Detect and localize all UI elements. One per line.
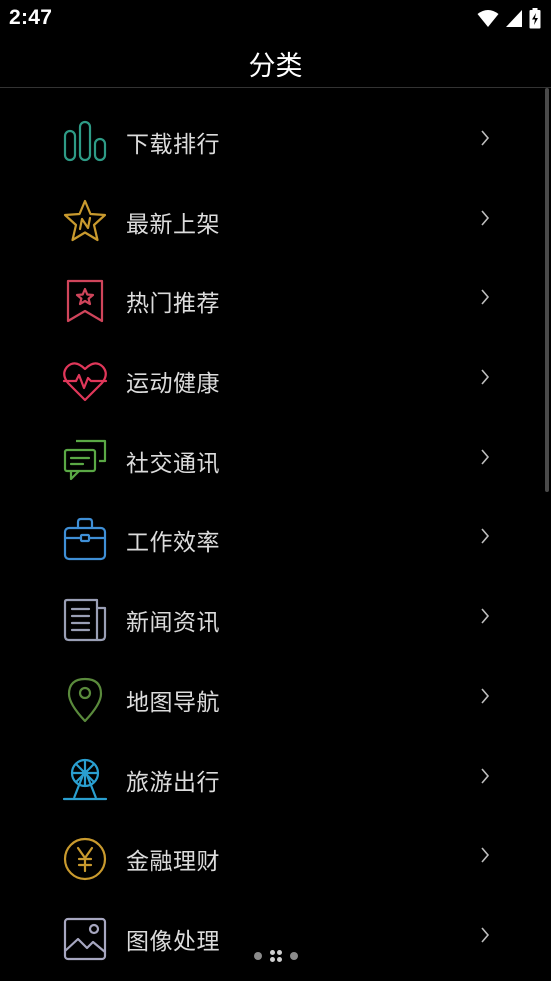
category-label: 金融理财 (126, 849, 220, 876)
category-label: 地图导航 (126, 689, 220, 716)
wifi-icon (477, 10, 499, 27)
status-icons (477, 8, 541, 29)
map-pin-icon (61, 676, 109, 724)
chevron-right-icon (481, 767, 490, 784)
category-label: 热门推荐 (126, 291, 220, 318)
page-title: 分类 (248, 51, 303, 82)
category-item-finance[interactable]: 金融理财 (0, 817, 551, 897)
new-star-icon (61, 198, 109, 246)
chevron-right-icon (481, 449, 490, 465)
category-item-sports-health[interactable]: 运动健康 (0, 339, 551, 419)
chevron-right-icon (481, 210, 490, 226)
chevron-right-icon (481, 528, 490, 544)
category-label: 运动健康 (126, 371, 220, 398)
chevron-right-icon (481, 369, 490, 385)
category-label: 社交通讯 (126, 450, 220, 477)
chevron-right-icon (481, 927, 490, 943)
category-label: 下载排行 (126, 132, 220, 158)
page-dot[interactable] (253, 952, 262, 960)
category-item-news[interactable]: 新闻资讯 (0, 578, 551, 658)
category-item-hot-picks[interactable]: 热门推荐 (0, 259, 551, 339)
category-list: 下载排行 最新上架 热门推荐 运动健康 社交通讯 工作效率 新闻资讯 地图导航 … (0, 100, 551, 977)
category-label: 最新上架 (126, 211, 220, 238)
category-item-image-processing[interactable]: 图像处理 (0, 897, 551, 977)
page-dot[interactable] (289, 952, 298, 960)
category-item-download-ranking[interactable]: 下载排行 (0, 100, 551, 180)
heart-pulse-icon (61, 357, 109, 405)
category-item-travel[interactable]: 旅游出行 (0, 738, 551, 818)
battery-charging-icon (529, 8, 541, 29)
yen-coin-icon (61, 835, 109, 883)
signal-icon (506, 10, 522, 27)
chevron-right-icon (481, 847, 490, 863)
page-indicator (0, 949, 551, 963)
app-bar: 分类 (0, 38, 551, 88)
category-item-social[interactable]: 社交通讯 (0, 419, 551, 499)
status-time: 2:47 (9, 6, 53, 29)
chevron-right-icon (481, 688, 490, 704)
ferris-wheel-icon (61, 756, 109, 804)
chevron-right-icon (481, 289, 490, 305)
category-item-new-arrivals[interactable]: 最新上架 (0, 180, 551, 260)
chat-bubbles-icon (61, 437, 109, 485)
category-label: 旅游出行 (126, 769, 220, 796)
category-screen: 2:47 分类 下载排行 最新上架 热门推荐 运动健康 社交通讯 工作效率 新闻… (0, 0, 551, 981)
category-label: 工作效率 (126, 530, 220, 557)
status-bar: 2:47 (0, 0, 551, 38)
page-dot-active[interactable] (269, 950, 282, 962)
newspaper-icon (61, 596, 109, 644)
category-item-productivity[interactable]: 工作效率 (0, 498, 551, 578)
bookmark-star-icon (61, 277, 109, 325)
briefcase-icon (61, 516, 109, 564)
category-label: 新闻资讯 (126, 610, 220, 637)
chevron-right-icon (481, 130, 490, 146)
category-item-maps[interactable]: 地图导航 (0, 658, 551, 738)
bar-chart-icon (61, 118, 109, 166)
scrollbar-thumb[interactable] (545, 88, 549, 492)
chevron-right-icon (481, 608, 490, 624)
